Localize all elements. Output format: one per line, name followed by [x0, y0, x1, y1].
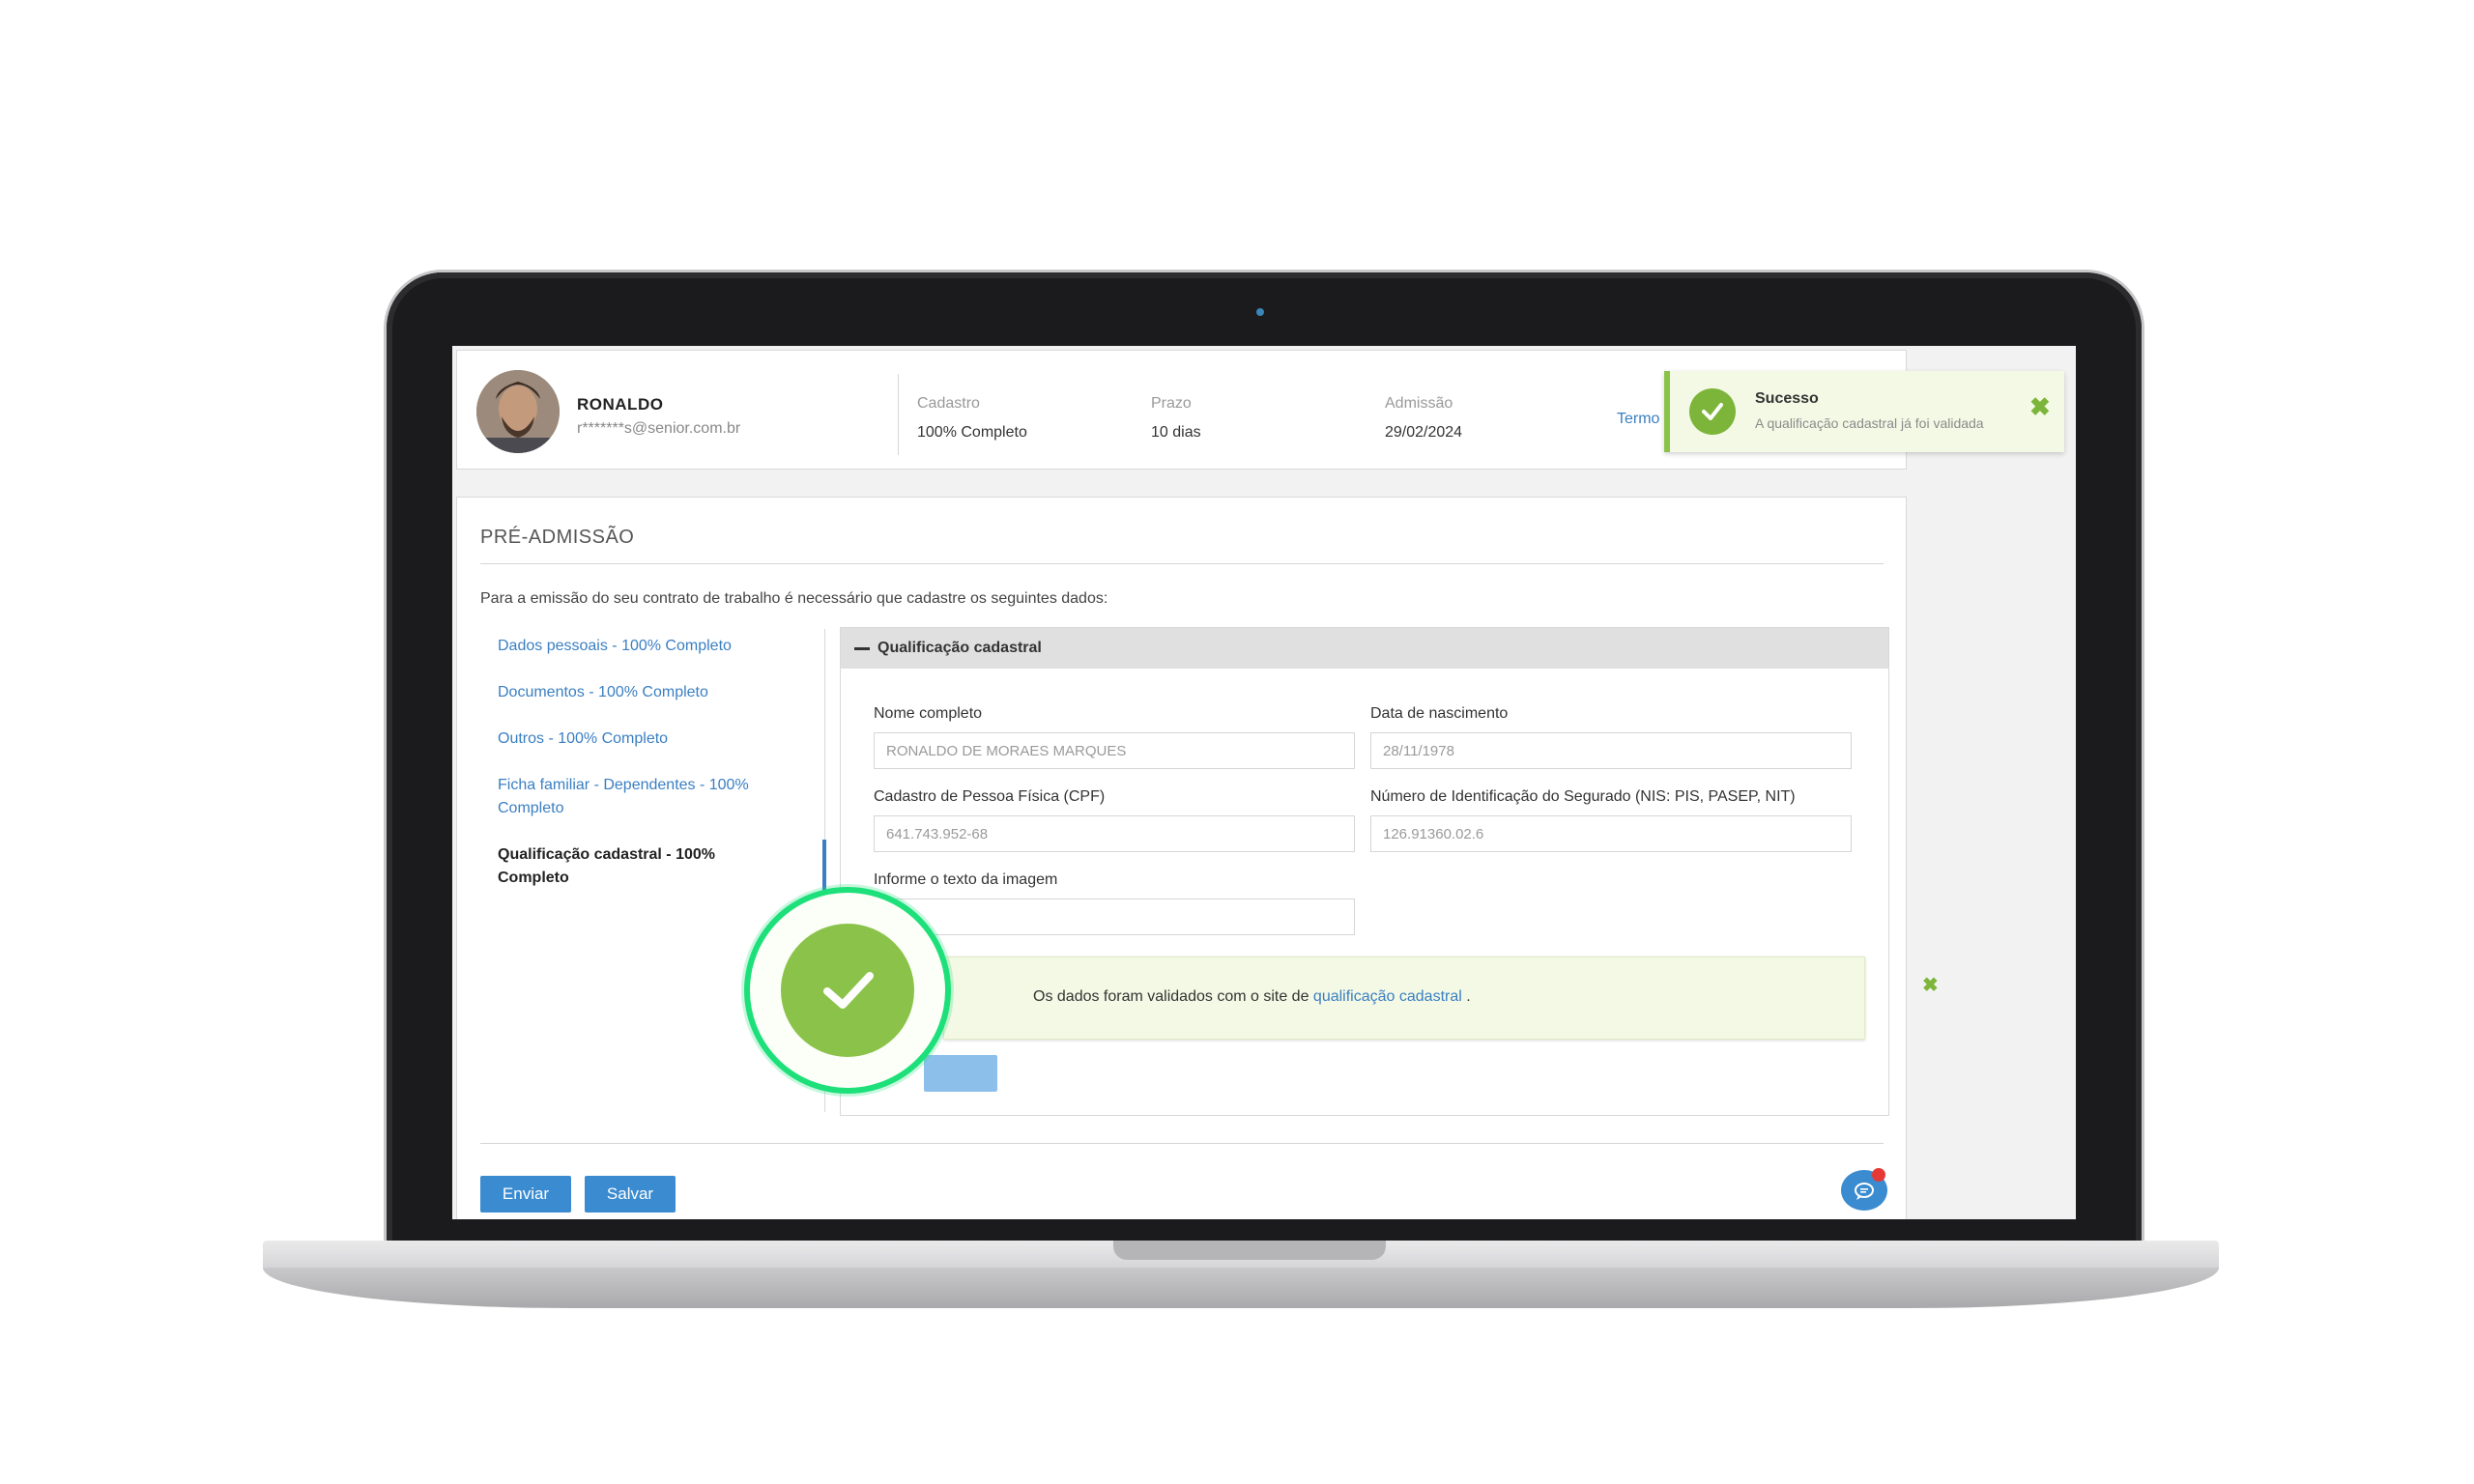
validation-alert: Os dados foram validados com o site de q…: [943, 956, 1939, 1040]
camera-dot: [1256, 308, 1264, 316]
page-title: PRÉ-ADMISSÃO: [480, 527, 635, 548]
user-name: RONALDO: [577, 395, 664, 414]
footer-divider: [480, 1143, 1884, 1144]
qualificacao-link[interactable]: qualificação cadastral: [1313, 988, 1462, 1005]
success-toast: Sucesso A qualificação cadastral já foi …: [1664, 371, 2064, 452]
termo-link[interactable]: Termo: [1617, 411, 1659, 428]
notification-dot: [1872, 1168, 1885, 1182]
nav-item-qualificacao-cadastral[interactable]: Qualificação cadastral - 100% Completo: [498, 843, 759, 890]
check-icon: [1689, 388, 1736, 435]
stat-value: 100% Completo: [917, 424, 1027, 441]
stat-label: Prazo: [1151, 395, 1192, 412]
validate-button[interactable]: [924, 1055, 997, 1092]
stat-label: Cadastro: [917, 395, 980, 412]
toast-close-icon[interactable]: ✖: [2029, 394, 2051, 419]
check-icon: [781, 924, 914, 1057]
nascimento-field[interactable]: 28/11/1978: [1370, 732, 1852, 769]
nascimento-label: Data de nascimento: [1370, 705, 1509, 722]
accordion-header[interactable]: Qualificação cadastral: [841, 628, 1888, 669]
title-divider: [480, 563, 1884, 564]
alert-text: Os dados foram validados com o site de q…: [1033, 988, 1471, 1006]
intro-text: Para a emissão do seu contrato de trabal…: [480, 590, 1108, 607]
laptop-base-bottom: [263, 1268, 2219, 1308]
alert-message: Os dados foram validados com o site de: [1033, 988, 1313, 1005]
captcha-field[interactable]: [874, 899, 1355, 935]
pre-admission-panel: PRÉ-ADMISSÃO Para a emissão do seu contr…: [456, 497, 1939, 1219]
cpf-label: Cadastro de Pessoa Física (CPF): [874, 788, 1106, 805]
avatar: [476, 370, 560, 453]
captcha-label: Informe o texto da imagem: [874, 871, 1058, 888]
laptop-notch: [1113, 1241, 1386, 1260]
accordion-title: Qualificação cadastral: [877, 640, 1042, 656]
nav-item-documentos[interactable]: Documentos - 100% Completo: [498, 681, 788, 704]
stat-prazo: Prazo 10 dias: [1151, 395, 1201, 442]
send-button[interactable]: Enviar: [480, 1176, 571, 1213]
chat-bubble-icon: [1855, 1183, 1874, 1200]
nav-item-outros[interactable]: Outros - 100% Completo: [498, 728, 788, 751]
qualificacao-card: Qualificação cadastral Nome completo RON…: [840, 627, 1939, 1116]
validated-highlight: [744, 887, 951, 1094]
save-button[interactable]: Salvar: [585, 1176, 676, 1213]
collapse-icon: [854, 647, 870, 650]
app-screen: RONALDO r*******s@senior.com.br Cadastro…: [452, 346, 2076, 1219]
header-divider: [898, 374, 899, 455]
cpf-field[interactable]: 641.743.952-68: [874, 815, 1355, 852]
nome-label: Nome completo: [874, 705, 983, 722]
nav-item-ficha-familiar[interactable]: Ficha familiar - Dependentes - 100% Comp…: [498, 774, 778, 820]
alert-suffix: .: [1461, 988, 1471, 1005]
chat-button[interactable]: [1841, 1168, 1887, 1211]
stat-value: 10 dias: [1151, 424, 1201, 441]
user-email: r*******s@senior.com.br: [577, 420, 741, 437]
stat-admissao: Admissão 29/02/2024: [1385, 395, 1462, 442]
toast-message: A qualificação cadastral já foi validada: [1755, 415, 1984, 431]
nav-item-dados-pessoais[interactable]: Dados pessoais - 100% Completo: [498, 635, 788, 658]
nis-label: Número de Identificação do Segurado (NIS…: [1370, 788, 1796, 805]
stat-label: Admissão: [1385, 395, 1453, 412]
stat-value: 29/02/2024: [1385, 424, 1463, 441]
nome-field[interactable]: RONALDO DE MORAES MARQUES: [874, 732, 1355, 769]
toast-title: Sucesso: [1755, 390, 1819, 407]
nis-field[interactable]: 126.91360.02.6: [1370, 815, 1852, 852]
alert-close-icon[interactable]: ✖: [1922, 973, 1939, 997]
stat-cadastro: Cadastro 100% Completo: [917, 395, 1027, 442]
